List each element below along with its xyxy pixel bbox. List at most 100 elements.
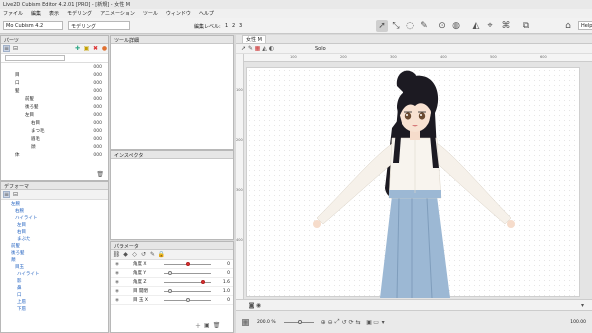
param-row[interactable]: ◉ 目 玉 X 0	[111, 296, 233, 305]
select-arrow-icon[interactable]: ➚	[376, 20, 388, 32]
folder-icon[interactable]: ▣	[83, 45, 90, 52]
param-lock-icon[interactable]: 🔒	[158, 251, 165, 258]
tree-row[interactable]: 目 000	[1, 71, 108, 79]
param-eye-icon[interactable]: ◉	[115, 289, 121, 294]
list-item[interactable]: ハイライト	[11, 270, 108, 277]
param-knob[interactable]	[168, 271, 173, 275]
home-icon[interactable]: ⌂	[562, 20, 574, 32]
trash-icon[interactable]: 🗑	[96, 171, 104, 178]
view-color-icon[interactable]: ▦	[254, 45, 261, 52]
param-eye-icon[interactable]: ◉	[115, 298, 121, 303]
param-add-key-icon[interactable]: ◇	[131, 251, 138, 258]
param-slider[interactable]	[164, 289, 211, 293]
mode-select[interactable]: モデリング	[68, 21, 130, 30]
param-slider[interactable]	[164, 271, 211, 275]
menu-tool[interactable]: ツール	[143, 10, 158, 17]
menu-file[interactable]: ファイル	[3, 10, 23, 17]
list-item[interactable]: 頬	[11, 256, 108, 263]
list-item[interactable]: 鼻	[11, 284, 108, 291]
menu-edit[interactable]: 編集	[31, 10, 41, 17]
footer-menu-icon[interactable]: ▾	[579, 302, 586, 309]
param-knob[interactable]	[168, 289, 173, 293]
tree-row[interactable]: まつ毛 000	[1, 127, 108, 135]
param-slider[interactable]	[164, 280, 211, 284]
camera-icon[interactable]: ◙	[248, 302, 255, 309]
bind-icon[interactable]: ⧉	[520, 20, 532, 32]
zoom-knob[interactable]	[297, 319, 302, 324]
view-brush-icon[interactable]: ✎	[247, 45, 254, 52]
list-item[interactable]: 口	[11, 291, 108, 298]
tree-row[interactable]: 000	[1, 63, 108, 71]
menu-animation[interactable]: アニメーション	[100, 10, 135, 17]
list-item[interactable]: 前髪	[11, 242, 108, 249]
canvas-document[interactable]	[246, 67, 580, 299]
param-row[interactable]: ◉ 目 開閉 1.0	[111, 287, 233, 296]
param-edit-icon[interactable]: ✎	[149, 251, 156, 258]
list-item[interactable]: 影	[11, 277, 108, 284]
param-knob[interactable]	[185, 262, 190, 266]
zoom-out-icon[interactable]: ⊖	[327, 319, 334, 326]
lasso-icon[interactable]: ◌	[404, 20, 416, 32]
tree-row[interactable]: 左目 000	[1, 111, 108, 119]
menu-help[interactable]: ヘルプ	[199, 10, 214, 17]
zoom-slider[interactable]	[283, 319, 314, 324]
view-select-icon[interactable]: ➚	[240, 45, 247, 52]
add-part-icon[interactable]: ✚	[74, 45, 81, 52]
param-row[interactable]: ◉ 角度 Y 0	[111, 269, 233, 278]
list-item[interactable]: 後ろ髪	[11, 249, 108, 256]
checker-icon[interactable]: ▦	[242, 318, 249, 326]
delete-part-icon[interactable]: ✖	[92, 45, 99, 52]
param-row[interactable]: ◉ 角度 Z 1.6	[111, 278, 233, 287]
list-item[interactable]: 右目	[11, 228, 108, 235]
tree-row[interactable]: 前髪 000	[1, 95, 108, 103]
settings-icon[interactable]: ▾	[380, 319, 387, 326]
param-folder-icon[interactable]: ▣	[204, 322, 210, 329]
menu-window[interactable]: ウィンドウ	[166, 10, 191, 17]
param-delete-icon[interactable]: 🗑	[213, 322, 221, 329]
flip-icon[interactable]: ⇆	[355, 319, 362, 326]
parts-tree-icon[interactable]: ⊟	[12, 45, 19, 52]
transform-icon[interactable]: ⤡	[390, 20, 402, 32]
list-item[interactable]: まぶた	[11, 235, 108, 242]
view-mesh-icon[interactable]: ◭	[261, 45, 268, 52]
param-link-icon[interactable]: ⛓	[113, 251, 121, 258]
mesh-edit-icon[interactable]: ◭	[470, 20, 482, 32]
menu-modeling[interactable]: モデリング	[67, 10, 92, 17]
fit-icon[interactable]: ⤢	[334, 318, 341, 326]
list-item[interactable]: 右腕	[11, 207, 108, 214]
zoom-in-icon[interactable]: ⊕	[320, 319, 327, 326]
param-knob[interactable]	[185, 298, 190, 302]
color-icon[interactable]: ●	[101, 45, 108, 52]
param-knob[interactable]	[200, 280, 205, 284]
menu-view[interactable]: 表示	[49, 10, 59, 17]
tree-row[interactable]: 右目 000	[1, 119, 108, 127]
solo-button[interactable]: Solo	[315, 46, 326, 52]
brush-icon[interactable]: ✎	[418, 20, 430, 32]
edit-level-3[interactable]: 3	[239, 23, 242, 29]
parts-list-icon[interactable]: ≡	[3, 45, 10, 52]
tree-row[interactable]: 眉毛 000	[1, 135, 108, 143]
list-item[interactable]: 上唇	[11, 298, 108, 305]
param-slider[interactable]	[164, 298, 211, 302]
list-item[interactable]: 目玉	[11, 263, 108, 270]
param-eye-icon[interactable]: ◉	[115, 262, 121, 267]
zoom-value[interactable]: 200.0 %	[257, 320, 276, 325]
help-button[interactable]: Help	[578, 21, 592, 30]
param-row[interactable]: ◉ 角度 X 0	[111, 260, 233, 269]
rotate-icon[interactable]: ⟳	[348, 319, 355, 326]
list-item[interactable]: 下唇	[11, 305, 108, 312]
deform-icon[interactable]: ⌖	[484, 20, 496, 32]
edit-level-2[interactable]: 2	[232, 23, 235, 29]
model-select[interactable]: Mo Cubism 4.2	[3, 21, 63, 30]
list-item[interactable]: 左目	[11, 221, 108, 228]
reset-view-icon[interactable]: ↺	[341, 319, 348, 326]
list-item[interactable]: ハイライト	[11, 214, 108, 221]
list-item[interactable]: 左腕	[11, 200, 108, 207]
tab-model-view[interactable]: 女性 M	[242, 34, 266, 44]
warp-icon[interactable]: ⌘	[500, 20, 512, 32]
tree-row[interactable]: 体 000	[1, 151, 108, 159]
parts-search-input[interactable]	[5, 55, 65, 61]
edit-level-1[interactable]: 1	[225, 23, 228, 29]
param-reset-icon[interactable]: ↺	[140, 251, 147, 258]
param-slider[interactable]	[164, 262, 211, 266]
